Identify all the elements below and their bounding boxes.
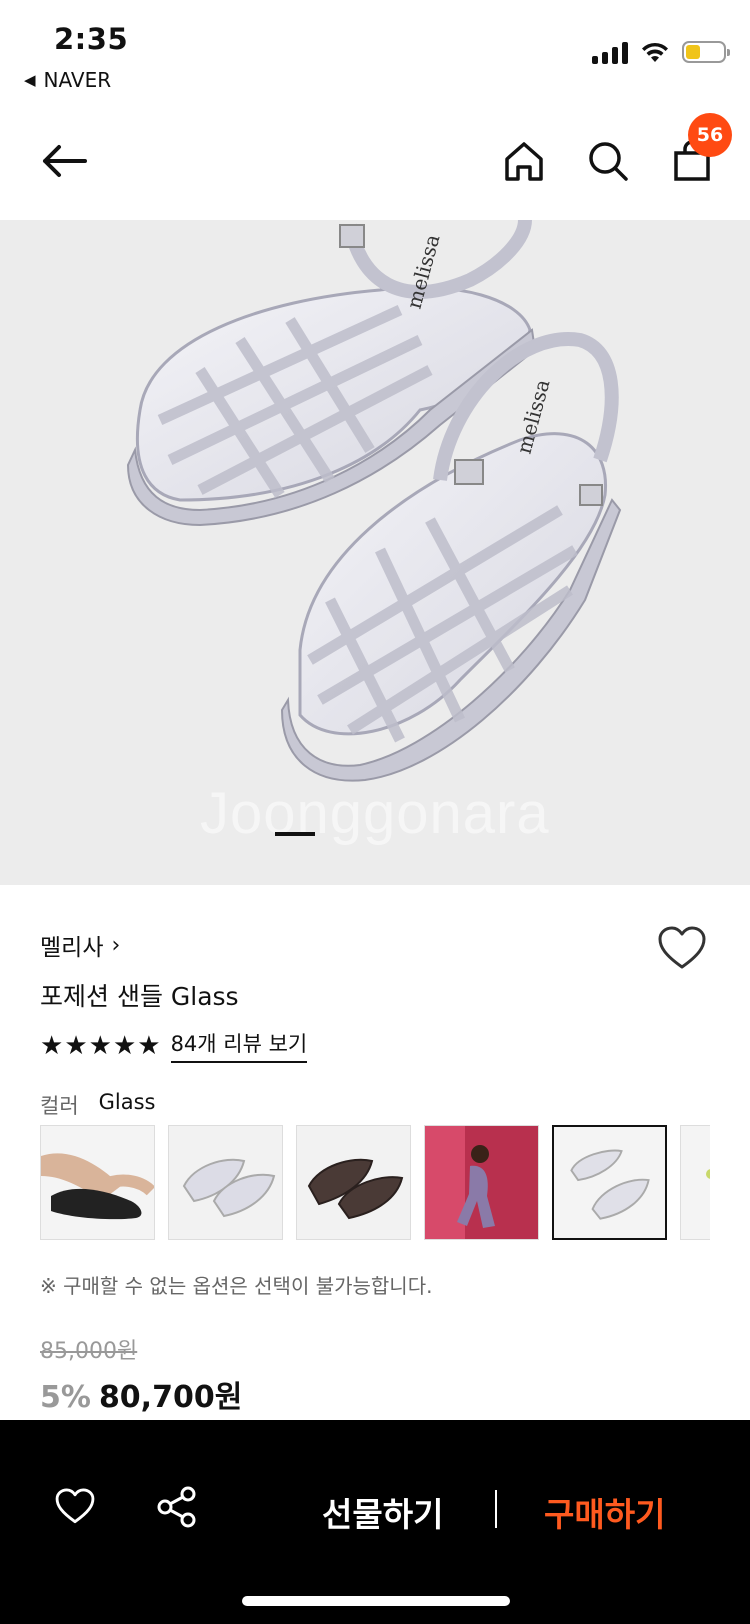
button-divider <box>495 1490 497 1528</box>
gift-button[interactable]: 선물하기 <box>322 1488 443 1536</box>
option-notice: ※ 구매할 수 없는 옵션은 선택이 불가능합니다. <box>40 1274 433 1298</box>
swatch-image <box>425 1126 538 1239</box>
wishlist-button-bottom[interactable] <box>50 1482 100 1532</box>
bottom-action-bar: 선물하기 구매하기 <box>0 1420 750 1624</box>
back-arrow-icon <box>43 145 87 177</box>
color-label: 컬러 <box>40 1094 79 1118</box>
home-icon <box>505 142 543 181</box>
color-swatch-list <box>40 1125 710 1241</box>
clock: 2:35 <box>54 22 129 56</box>
system-icons <box>592 40 730 64</box>
swatch-glass-sandal-selected[interactable] <box>552 1125 667 1240</box>
brand-link[interactable]: 멜리사 › <box>40 928 120 962</box>
chevron-right-icon: › <box>111 932 121 958</box>
heart-icon <box>658 926 706 969</box>
discount-rate: 5% <box>40 1380 91 1415</box>
color-value: Glass <box>98 1090 156 1114</box>
swatch-image <box>297 1126 410 1239</box>
star-icon: ★ <box>88 1030 112 1061</box>
wishlist-button[interactable] <box>655 922 709 976</box>
back-button[interactable] <box>34 131 94 191</box>
cellular-signal-icon <box>592 40 628 64</box>
swatch-image <box>554 1127 665 1238</box>
swatch-glass-sandal[interactable] <box>168 1125 283 1240</box>
heart-icon <box>55 1488 95 1524</box>
swatch-image <box>681 1126 710 1239</box>
cart-count-badge: 56 <box>688 113 732 157</box>
swatch-image <box>41 1126 154 1239</box>
swatch-image <box>169 1126 282 1239</box>
home-button[interactable] <box>494 131 554 191</box>
share-button[interactable] <box>152 1482 202 1532</box>
wifi-icon <box>642 42 668 62</box>
swatch-brown-sandal[interactable] <box>296 1125 411 1240</box>
star-icon: ★ <box>40 1030 64 1061</box>
watermark-text: Joonggonara <box>200 781 550 846</box>
swatch-model-photo[interactable] <box>424 1125 539 1240</box>
app-header <box>0 105 750 217</box>
price-row: 5% 80,700원 <box>40 1372 242 1416</box>
color-option: 컬러 Glass <box>40 1090 156 1120</box>
back-app-label: NAVER <box>43 68 112 92</box>
back-to-app-link[interactable]: ◀ NAVER <box>24 68 111 92</box>
carousel-page-indicator <box>275 832 315 836</box>
product-name: 포제션 샌들 Glass <box>40 982 239 1011</box>
review-link[interactable]: 84개 리뷰 보기 <box>170 1028 308 1063</box>
sale-price: 80,700원 <box>98 1380 243 1415</box>
buy-button[interactable]: 구매하기 <box>544 1488 665 1536</box>
original-price: 85,000원 <box>40 1339 138 1364</box>
search-icon <box>589 142 628 181</box>
battery-icon <box>682 41 730 63</box>
swatch-black-sandal[interactable] <box>40 1125 155 1240</box>
swatch-partial[interactable] <box>680 1125 710 1240</box>
star-icon: ★ <box>112 1030 137 1061</box>
status-bar: 2:35 ◀ NAVER <box>0 0 750 105</box>
back-triangle-icon: ◀ <box>24 71 36 89</box>
star-icon: ★ <box>137 1030 161 1061</box>
star-icon: ★ <box>64 1030 88 1061</box>
rating-row: ★ ★ ★ ★ ★ 84개 리뷰 보기 <box>40 1028 308 1063</box>
star-rating: ★ ★ ★ ★ ★ <box>40 1033 161 1059</box>
brand-name: 멜리사 <box>40 935 104 961</box>
share-icon <box>157 1486 196 1528</box>
home-indicator <box>242 1596 510 1606</box>
product-image-carousel[interactable]: melissa melissa Joonggonara <box>0 220 750 885</box>
search-button[interactable] <box>578 131 638 191</box>
